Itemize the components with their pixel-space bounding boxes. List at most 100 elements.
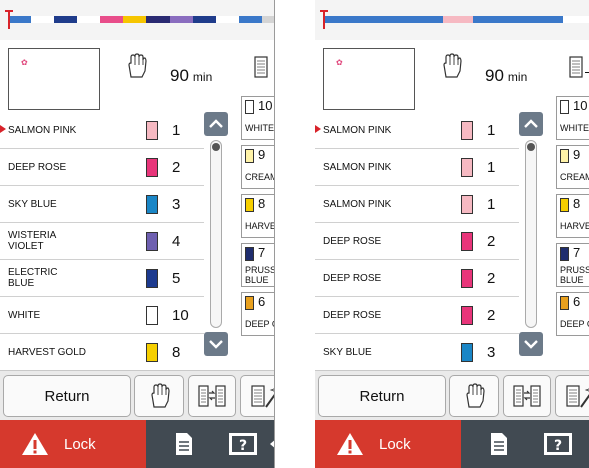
color-counter [585,53,589,73]
thread-number: 5 [172,269,181,287]
thread-name: SKY BLUE [8,198,57,210]
hand-icon [128,53,147,78]
next-color-number: 9 [573,147,581,162]
scrollbar[interactable] [210,140,222,328]
thread-number: 2 [487,232,496,250]
thread-swap-icon [198,385,226,407]
progress-marker [5,10,13,29]
scroll-up-button[interactable] [204,112,228,136]
next-color-number: 6 [258,294,266,309]
next-color-cell: 6 DEEP GOLD [241,292,274,336]
next-color-name: DEEP GOLD [560,319,589,329]
thread-color-swatch [245,247,254,261]
thread-row[interactable]: SKY BLUE 3 [315,334,519,371]
thread-color-swatch [245,100,254,114]
time-remaining: 90 min [170,66,212,86]
thread-row[interactable]: DEEP ROSE 2 [315,297,519,334]
thread-color-swatch [146,306,158,325]
hand-button[interactable] [134,375,184,417]
thread-name: SALMON PINK [323,161,392,173]
progress-segment [192,16,217,23]
next-color-name: WHITE [245,123,274,133]
progress-segment [146,16,171,23]
help-icon[interactable]: ? [228,432,258,456]
status-bar: Lock ? [0,420,274,468]
thread-color-swatch [560,247,569,261]
svg-text:?: ? [554,438,562,454]
stitch-progress-bar [315,0,589,41]
time-unit: min [507,70,528,84]
thread-row[interactable]: SALMON PINK 1 [0,112,204,149]
next-color-cell: 6 DEEP GOLD [556,292,589,336]
hand-icon [466,383,485,408]
thread-color-swatch [461,232,473,251]
next-color-cell: 10 WHITE [241,96,274,140]
thread-color-list: SALMON PINK 1 SALMON PINK 1 SALMON PINK 1 D… [315,112,519,371]
thread-color-swatch [146,232,158,251]
thread-number: 3 [172,195,181,213]
magic-wand-icon [251,385,274,408]
thread-color-swatch [461,195,473,214]
thread-color-swatch [461,306,473,325]
progress-segment [533,16,564,23]
scroll-down-button[interactable] [204,332,228,356]
return-button[interactable]: Return [318,375,446,417]
progress-segment [8,16,32,23]
scrollbar-thumb[interactable] [527,143,535,151]
next-color-name: CREAM BROWN [560,172,589,182]
thread-name: HARVEST GOLD [8,346,86,358]
progress-segment [563,16,589,23]
lock-label: Lock [64,435,96,453]
next-color-cell: 8 HARVEST GOLD [241,194,274,238]
main-panel: ✿ 90min 0 36 SALMON PINK1 DEEP ROSE2 SKY… [0,40,274,371]
document-icon[interactable] [490,432,508,456]
thread-row[interactable]: DEEP ROSE 2 [315,260,519,297]
warning-icon [22,433,48,455]
magic-wand-button[interactable] [240,375,274,417]
document-icon[interactable] [175,432,193,456]
progress-segment [123,16,147,23]
hand-icon [443,53,462,78]
lock-button[interactable]: Lock [0,420,146,468]
thread-name: DEEP ROSE [323,235,382,247]
scrollbar[interactable] [525,140,537,328]
scrollbar-thumb[interactable] [212,143,220,151]
next-color-name: WHITE [560,123,589,133]
color-counter-current [585,53,589,73]
help-icon[interactable]: ? [543,432,573,456]
thread-row[interactable]: DEEP ROSE 2 [0,149,204,186]
thread-number: 1 [487,121,496,139]
thread-row[interactable]: HARVEST GOLD 8 [0,334,204,371]
scroll-up-button[interactable] [519,112,543,136]
magic-wand-button[interactable] [555,375,589,417]
lock-button[interactable]: Lock [315,420,461,468]
thread-color-swatch [461,343,473,362]
thread-name: DEEP ROSE [323,272,382,284]
thread-row[interactable]: WHITE 10 [0,297,204,334]
scroll-down-button[interactable] [519,332,543,356]
next-color-name: PRUSSIANBLUE [245,265,274,285]
thread-color-swatch [146,269,158,288]
thread-row[interactable]: ELECTRIC BLUE 5 [0,260,204,297]
arrow-left-icon[interactable] [268,438,275,450]
svg-text:?: ? [239,438,247,454]
hand-button[interactable] [449,375,499,417]
thread-swap-button[interactable] [503,375,551,417]
thread-row[interactable]: SALMON PINK 1 [315,149,519,186]
thread-name: SALMON PINK [323,124,392,136]
color-sequence-track [323,16,589,23]
thread-swap-button[interactable] [188,375,236,417]
thread-row[interactable]: DEEP ROSE 2 [315,223,519,260]
thread-row[interactable]: WISTERIA VIOLET 4 [0,223,204,260]
bottom-toolbar: Return [0,370,274,421]
next-color-cell: 8 HARVEST GOLD [556,194,589,238]
thread-name: SKY BLUE [323,346,372,358]
thread-row[interactable]: SALMON PINK 1 [315,186,519,223]
next-color-number: 7 [258,245,266,260]
thread-number: 3 [487,343,496,361]
next-color-name: PRUSSIANBLUE [560,265,589,285]
thread-row[interactable]: SALMON PINK 1 [315,112,519,149]
next-color-number: 9 [258,147,266,162]
return-button[interactable]: Return [3,375,131,417]
thread-row[interactable]: SKY BLUE 3 [0,186,204,223]
